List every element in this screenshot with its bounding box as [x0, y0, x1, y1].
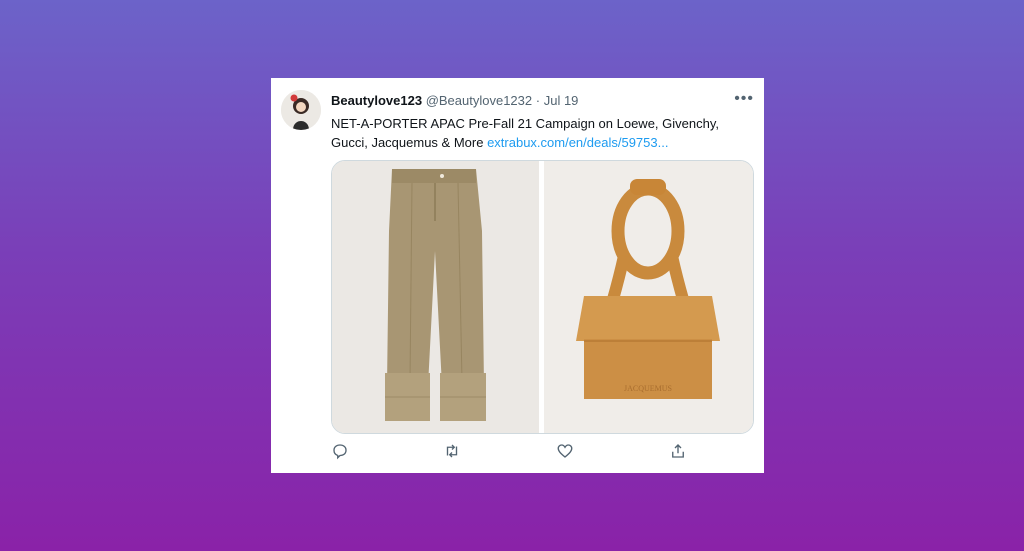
handbag-image[interactable]: JACQUEMUS [544, 161, 753, 433]
like-icon[interactable] [556, 442, 578, 464]
handle[interactable]: @Beautylove1232 [426, 93, 532, 108]
tweet-link[interactable]: extrabux.com/en/deals/59753... [487, 135, 668, 150]
avatar-illustration [281, 90, 321, 130]
reply-icon[interactable] [331, 442, 353, 464]
tweet-actions [331, 442, 751, 464]
tweet-date[interactable]: Jul 19 [544, 93, 579, 108]
avatar[interactable] [281, 90, 321, 130]
handbag-illustration: JACQUEMUS [544, 161, 753, 433]
separator: · [535, 93, 541, 108]
trousers-illustration [332, 161, 539, 433]
tweet-card[interactable]: Beautylove123 @Beautylove1232 · Jul 19 •… [271, 78, 764, 473]
share-icon[interactable] [669, 442, 691, 464]
bag-brand-text: JACQUEMUS [624, 384, 672, 393]
trousers-image[interactable] [332, 161, 539, 433]
more-options-icon[interactable]: ••• [734, 90, 754, 108]
tweet-header: Beautylove123 @Beautylove1232 · Jul 19 [331, 93, 578, 108]
tweet-text: NET-A-PORTER APAC Pre-Fall 21 Campaign o… [331, 114, 751, 152]
retweet-icon[interactable] [443, 442, 465, 464]
tweet-media[interactable]: JACQUEMUS [331, 160, 754, 434]
display-name[interactable]: Beautylove123 [331, 93, 422, 108]
